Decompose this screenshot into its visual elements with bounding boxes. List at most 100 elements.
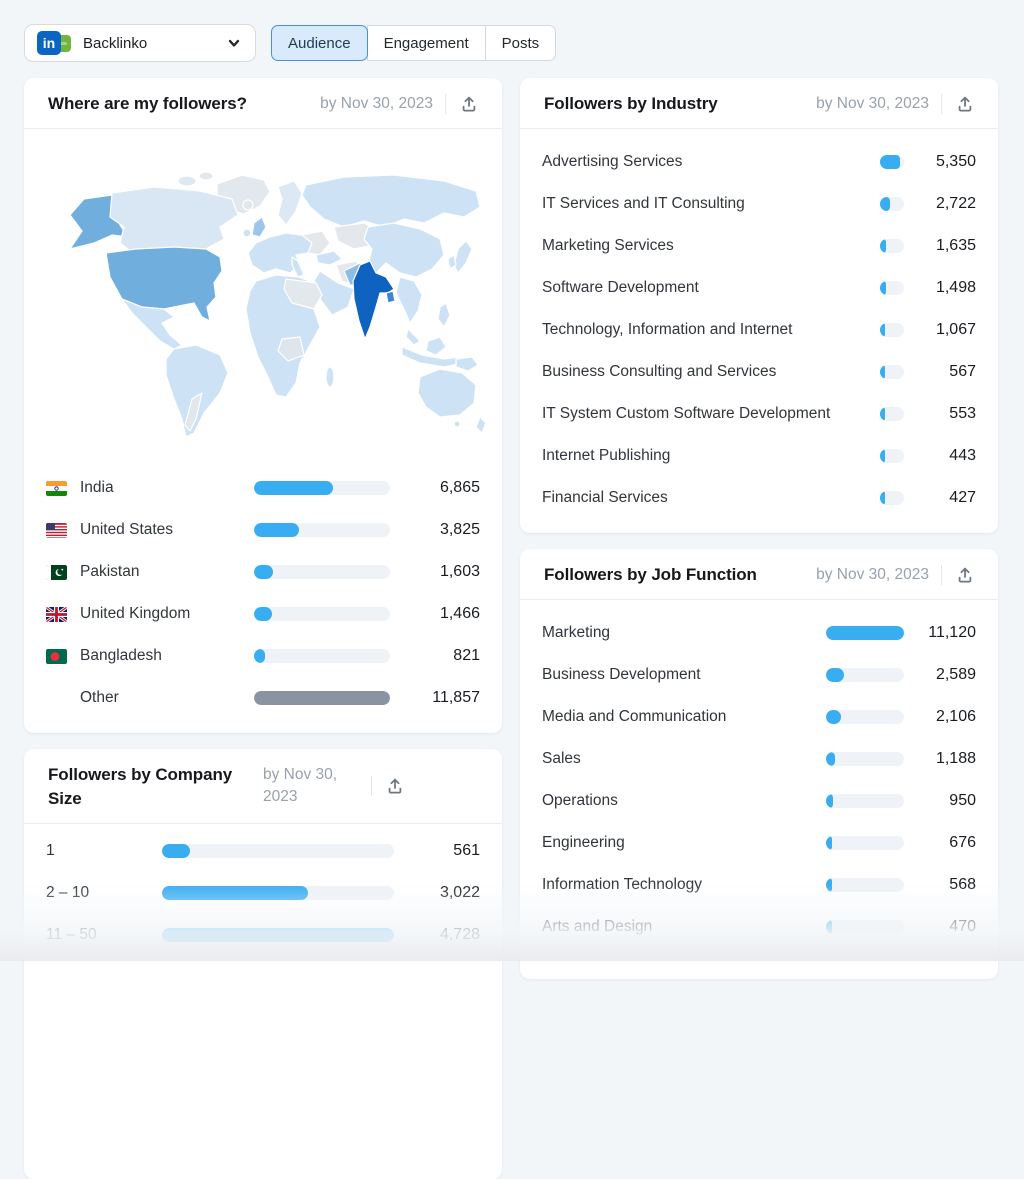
bar-track <box>826 920 904 934</box>
bar-track <box>254 649 390 663</box>
list-item: Advertising Services 5,350 <box>520 141 998 183</box>
flag-united-states-icon <box>46 523 67 538</box>
row-label: Arts and Design <box>542 918 826 936</box>
bar-track <box>254 523 390 537</box>
flag-placeholder <box>46 691 67 706</box>
row-label: Business Consulting and Services <box>542 363 880 381</box>
tab-audience[interactable]: Audience <box>271 25 368 61</box>
row-value: 470 <box>918 918 976 936</box>
export-button[interactable] <box>458 93 480 115</box>
bar-fill <box>880 491 885 505</box>
bar-track <box>880 281 904 295</box>
list-item: Business Consulting and Services 567 <box>520 351 998 393</box>
card-header: Followers by Job Function by Nov 30, 202… <box>520 549 998 600</box>
report-date: by Nov 30, 2023 <box>263 764 359 808</box>
world-map-landmass <box>70 172 486 437</box>
bar-track <box>880 407 904 421</box>
row-label: Internet Publishing <box>542 447 880 465</box>
row-label: 2 – 10 <box>46 884 146 902</box>
right-column: Followers by Industry by Nov 30, 2023 Ad… <box>520 78 998 979</box>
bar-fill <box>880 197 890 211</box>
row-value: 568 <box>918 876 976 894</box>
bar-track <box>162 844 394 858</box>
list-item: Business Development 2,589 <box>520 654 998 696</box>
account-selector[interactable]: in Backlinko <box>24 24 256 62</box>
bar-track <box>880 239 904 253</box>
bar-fill <box>880 449 885 463</box>
list-item: Bangladesh 821 <box>24 635 502 677</box>
bar-track <box>826 878 904 892</box>
row-label: Marketing Services <box>542 237 880 255</box>
row-value: 2,589 <box>918 666 976 684</box>
card-header: Where are my followers? by Nov 30, 2023 <box>24 78 502 129</box>
divider <box>941 565 942 585</box>
bar-fill <box>254 607 272 621</box>
export-button[interactable] <box>954 564 976 586</box>
bar-fill <box>826 920 832 934</box>
bar-fill <box>826 794 833 808</box>
list-item: Technology, Information and Internet 1,0… <box>520 309 998 351</box>
country-label: United States <box>80 521 242 539</box>
card-company-size: Followers by Company Size by Nov 30, 202… <box>24 749 502 1179</box>
bar-fill <box>254 565 273 579</box>
row-value: 2,106 <box>918 708 976 726</box>
job-function-list: Marketing 11,120 Business Development 2,… <box>520 600 998 962</box>
bar-track <box>880 155 904 169</box>
row-value: 5,350 <box>918 153 976 171</box>
row-value: 950 <box>918 792 976 810</box>
card-header: Followers by Industry by Nov 30, 2023 <box>520 78 998 129</box>
flag-bangladesh-icon <box>46 649 67 664</box>
industry-list: Advertising Services 5,350 IT Services a… <box>520 129 998 533</box>
row-label: Financial Services <box>542 489 880 507</box>
list-item: Operations 950 <box>520 780 998 822</box>
bar-fill <box>162 928 394 942</box>
card-followers-map: Where are my followers? by Nov 30, 2023 <box>24 78 502 733</box>
card-industry: Followers by Industry by Nov 30, 2023 Ad… <box>520 78 998 533</box>
bar-track <box>826 794 904 808</box>
bar-track <box>254 607 390 621</box>
export-icon <box>460 95 478 113</box>
row-label: Operations <box>542 792 826 810</box>
bar-track <box>880 323 904 337</box>
bar-track <box>826 668 904 682</box>
bar-track <box>826 710 904 724</box>
tab-engagement[interactable]: Engagement <box>367 25 486 61</box>
country-value: 1,466 <box>406 605 480 623</box>
flag-pakistan-icon <box>46 565 67 580</box>
list-item: IT System Custom Software Development 55… <box>520 393 998 435</box>
divider <box>371 776 372 796</box>
divider <box>941 94 942 114</box>
export-icon <box>386 777 404 795</box>
row-label: Information Technology <box>542 876 826 894</box>
row-value: 11,120 <box>918 624 976 642</box>
list-item: IT Services and IT Consulting 2,722 <box>520 183 998 225</box>
country-label: United Kingdom <box>80 605 242 623</box>
bar-track <box>880 365 904 379</box>
row-label: Business Development <box>542 666 826 684</box>
report-date: by Nov 30, 2023 <box>320 93 433 115</box>
bar-fill <box>880 281 886 295</box>
export-button[interactable] <box>384 775 406 797</box>
bar-track <box>826 626 904 640</box>
export-icon <box>956 95 974 113</box>
row-value: 1,067 <box>918 321 976 339</box>
row-value: 561 <box>410 842 480 860</box>
list-item: Information Technology 568 <box>520 864 998 906</box>
list-item: Financial Services 427 <box>520 477 998 519</box>
row-value: 553 <box>918 405 976 423</box>
bar-fill <box>880 239 886 253</box>
row-value: 1,188 <box>918 750 976 768</box>
tab-bar: Audience Engagement Posts <box>272 25 556 61</box>
tab-posts[interactable]: Posts <box>485 25 557 61</box>
list-item: India 6,865 <box>24 467 502 509</box>
world-map[interactable] <box>24 129 502 461</box>
export-button[interactable] <box>954 93 976 115</box>
flag-india-icon <box>46 481 67 496</box>
country-label: Other <box>80 689 242 707</box>
row-value: 1,635 <box>918 237 976 255</box>
company-size-list: 1 561 2 – 10 3,022 11 – 50 4,728 <box>24 824 502 970</box>
country-label: India <box>80 479 242 497</box>
row-label: Software Development <box>542 279 880 297</box>
bar-fill <box>826 878 832 892</box>
list-item: Other 11,857 <box>24 677 502 719</box>
